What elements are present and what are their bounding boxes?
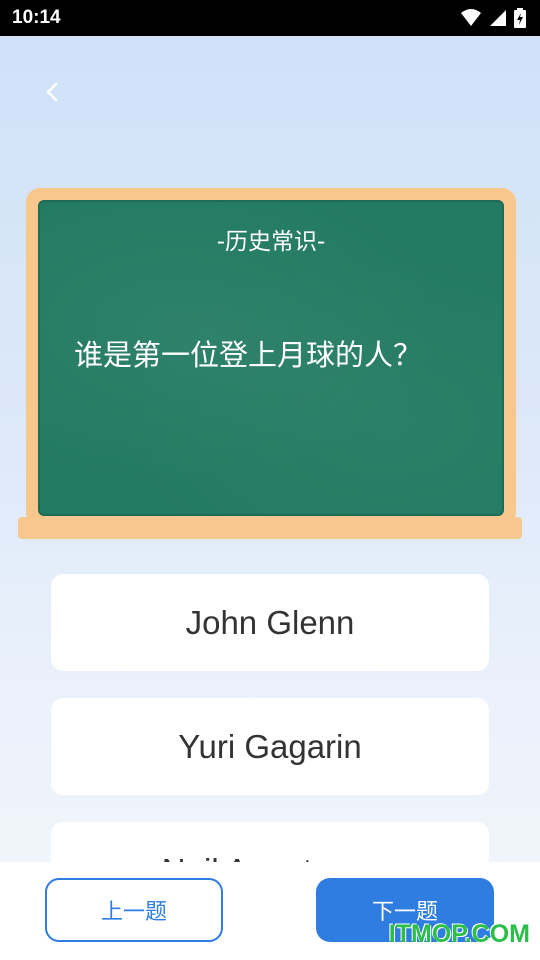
watermark: ITMOP.COM (388, 920, 530, 948)
quiz-question: 谁是第一位登上月球的人？ (74, 338, 423, 372)
chevron-left-icon (46, 82, 58, 102)
quiz-category: -历史常识- (216, 229, 326, 255)
chalkboard: -历史常识- 谁是第一位登上月球的人？ (26, 188, 516, 526)
chalkboard-ledge (18, 517, 522, 539)
wifi-icon (461, 9, 481, 26)
status-time: 10:14 (12, 7, 61, 28)
status-bar: 10:14 (0, 0, 540, 36)
answer-option-2[interactable]: Yuri Gagarin (51, 698, 489, 795)
previous-question-button[interactable]: 上一题 (45, 878, 223, 942)
back-button[interactable] (36, 74, 68, 110)
cell-signal-icon (490, 10, 506, 26)
chalkboard-surface: -历史常识- 谁是第一位登上月球的人？ (38, 200, 504, 516)
status-icons (460, 8, 526, 28)
answer-option-1[interactable]: John Glenn (51, 574, 489, 671)
battery-charging-icon (514, 8, 526, 28)
